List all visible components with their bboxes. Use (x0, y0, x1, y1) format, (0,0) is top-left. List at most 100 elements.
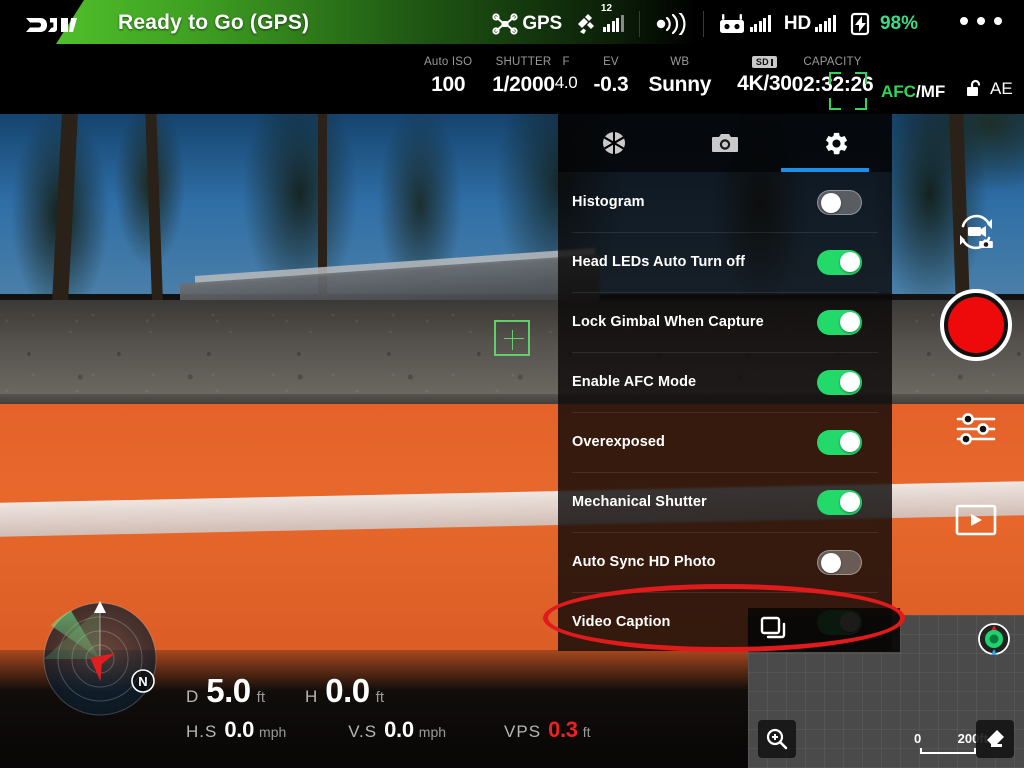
video-caption-overlay (748, 608, 900, 652)
battery-status: 98% (849, 12, 918, 36)
satellite-icon (577, 14, 594, 34)
camera-settings-button[interactable] (928, 409, 1024, 449)
setting-label: Video Caption (572, 614, 671, 630)
remote-signal-icon (656, 13, 686, 35)
status-icon-group: GPS 12 HD 98% (492, 3, 918, 40)
setting-label: Histogram (572, 194, 645, 210)
camera-video-switch-icon (960, 214, 993, 250)
playback-button[interactable] (928, 504, 1024, 536)
north-label: N (138, 674, 147, 689)
setting-row-head-leds-auto-turn-off[interactable]: Head LEDs Auto Turn off (558, 232, 892, 292)
height-value: 0.0 (325, 672, 370, 709)
toggle-knob (839, 252, 860, 272)
toggle-lock-gimbal-when-capture[interactable] (817, 309, 862, 335)
camera-icon (711, 134, 738, 152)
sliders-icon (956, 413, 996, 445)
status-divider (702, 11, 704, 37)
battery-icon (850, 12, 870, 36)
toggle-histogram[interactable] (817, 189, 862, 215)
distance-unit: ft (256, 689, 265, 706)
controller-status (718, 13, 771, 35)
param-iso[interactable]: Auto ISO 100 (424, 56, 472, 97)
toggle-enable-afc-mode[interactable] (817, 369, 862, 395)
flight-status-text: Ready to Go (GPS) (118, 11, 310, 34)
dji-logo (24, 13, 80, 37)
toggle-head-leds-auto-turn-off[interactable] (817, 249, 862, 275)
eraser-icon (987, 730, 1004, 747)
satellite-signal-bars (602, 15, 624, 32)
aperture-icon (602, 132, 625, 154)
drone-icon (492, 13, 518, 35)
param-aperture[interactable]: F 4.0 (555, 56, 578, 93)
dot (994, 17, 1002, 25)
toggle-knob (839, 492, 860, 512)
settings-tab-bar (558, 114, 892, 172)
setting-row-enable-afc-mode[interactable]: Enable AFC Mode (558, 352, 892, 412)
ae-lock-button[interactable]: AE (964, 78, 1013, 100)
focus-mode-bracket[interactable] (829, 72, 867, 110)
hd-signal-bars (814, 15, 836, 32)
setting-row-lock-gimbal-when-capture[interactable]: Lock Gimbal When Capture (558, 292, 892, 352)
gps-status: GPS (492, 12, 562, 36)
camera-settings-panel: Histogram Head LEDs Auto Turn off Lock Gim… (558, 114, 892, 651)
toggle-knob (820, 553, 841, 573)
setting-label: Mechanical Shutter (572, 494, 707, 510)
sd-card-badge: SD (751, 56, 777, 69)
vspeed-value: 0.0 (384, 717, 414, 742)
top-status-bar: Ready to Go (GPS) GPS 12 HD 98% (0, 0, 1024, 50)
vspeed-unit: mph (418, 724, 447, 740)
hspeed-value: 0.0 (224, 717, 255, 742)
vps-key: VPS (504, 722, 542, 741)
hd-label: HD (783, 13, 811, 34)
afc-label: AFC (881, 82, 916, 101)
aircraft-location-pin-icon (974, 621, 1014, 661)
settings-row-list: Histogram Head LEDs Auto Turn off Lock Gim… (558, 172, 892, 652)
toggle-auto-sync-hd-photo[interactable] (817, 549, 862, 575)
param-value: 1/2000 (492, 73, 555, 96)
attitude-radar[interactable]: N (38, 597, 162, 721)
height-key: H (305, 687, 319, 706)
hd-status: HD (784, 13, 836, 35)
tab-general[interactable] (781, 114, 892, 172)
toggle-knob (839, 312, 860, 332)
setting-row-auto-sync-hd-photo[interactable]: Auto Sync HD Photo (558, 532, 892, 592)
more-options-button[interactable] (960, 17, 1002, 25)
gear-icon (825, 132, 847, 154)
param-label: EV (603, 56, 619, 68)
scale-min: 0 (914, 731, 922, 746)
status-divider (638, 11, 640, 37)
controller-signal-bars (749, 15, 771, 32)
map-clear-button[interactable] (976, 720, 1014, 758)
param-ev[interactable]: EV -0.3 (593, 56, 628, 97)
toggle-knob (839, 432, 860, 452)
setting-row-mechanical-shutter[interactable]: Mechanical Shutter (558, 472, 892, 532)
battery-percent: 98% (879, 13, 918, 34)
switch-photo-video-button[interactable] (928, 210, 1024, 254)
param-shutter[interactable]: SHUTTER 1/2000 (492, 56, 555, 97)
right-control-sidebar (928, 114, 1024, 674)
setting-row-overexposed[interactable]: Overexposed (558, 412, 892, 472)
setting-label: Lock Gimbal When Capture (572, 314, 764, 330)
setting-row-histogram[interactable]: Histogram (558, 172, 892, 232)
param-sd-resolution[interactable]: SD 4K/30 (737, 56, 792, 96)
param-label: WB (670, 56, 690, 68)
rc-signal-status (654, 13, 688, 35)
map-zoom-in-button[interactable] (758, 720, 796, 758)
distance-key: D (186, 687, 200, 706)
scale-bar (920, 748, 976, 754)
param-white-balance[interactable]: WB Sunny (648, 56, 711, 97)
camera-parameters: Auto ISO 100 SHUTTER 1/2000 F 4.0 EV -0.… (424, 56, 874, 97)
toggle-overexposed[interactable] (817, 429, 862, 455)
record-inner (948, 297, 1004, 353)
focus-mode-toggle[interactable]: AFC/MF (881, 82, 945, 102)
vps-unit: ft (582, 724, 591, 740)
record-button[interactable] (928, 289, 1024, 361)
mf-label: MF (920, 82, 946, 101)
dot (977, 17, 985, 25)
tab-camera[interactable] (669, 114, 780, 172)
vspeed-key: V.S (348, 722, 378, 741)
setting-label: Overexposed (572, 434, 665, 450)
tab-aperture[interactable] (558, 114, 669, 172)
toggle-mechanical-shutter[interactable] (817, 489, 862, 515)
param-value: Sunny (648, 73, 712, 96)
